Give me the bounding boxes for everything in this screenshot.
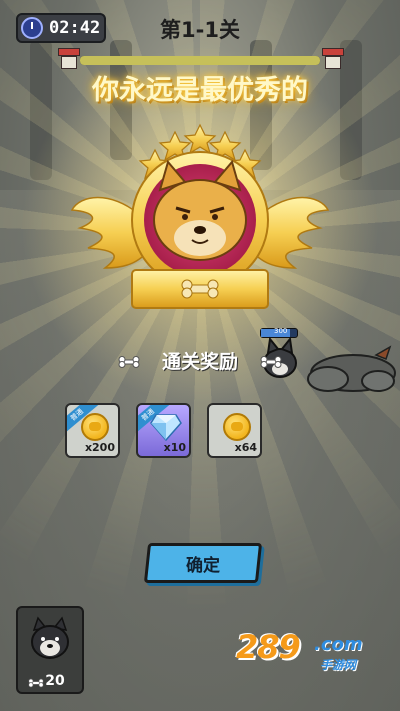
watermark-logo: 289 .com 手游网: [236, 628, 386, 678]
unit-card[interactable]: 20: [16, 606, 84, 694]
reward-item-coins[interactable]: 普通 x200: [65, 403, 120, 458]
reward-quantity: x64: [234, 441, 257, 454]
level-progress-fill: [80, 56, 320, 65]
reward-item-coins-2[interactable]: x64: [207, 403, 262, 458]
doge-trophy-badge: [70, 123, 330, 309]
confirm-button[interactable]: 确定: [143, 543, 263, 583]
level-progress-bar: [80, 56, 320, 65]
confirm-button-label: 确定: [186, 555, 220, 576]
enemy-hp-value: 300: [274, 327, 288, 335]
coin-icon: [81, 413, 109, 441]
watermark-subtitle: 手游网: [320, 658, 357, 672]
coin-icon: [223, 413, 251, 441]
reward-item-diamonds[interactable]: 普通 x10: [136, 403, 191, 458]
diamond-icon: [150, 414, 182, 441]
reward-quantity: x200: [84, 441, 115, 454]
goal-house-icon: [322, 48, 344, 70]
reward-quantity: x10: [163, 441, 186, 454]
husky-avatar-icon: [31, 616, 69, 659]
unit-cost: 20: [45, 673, 65, 689]
watermark-brand: 289: [236, 628, 301, 666]
start-house-icon: [58, 48, 80, 70]
rewards-title: 通关奖励: [161, 351, 238, 373]
watermark-domain: .com: [314, 634, 363, 655]
level-title: 第1-1关: [160, 18, 240, 42]
headline: 你永远是最优秀的: [92, 75, 308, 106]
bone-icon: [260, 356, 282, 368]
